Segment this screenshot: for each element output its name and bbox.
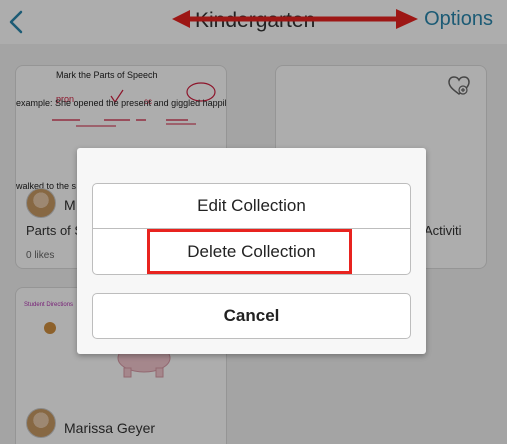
cancel-button[interactable]: Cancel — [92, 293, 411, 339]
annotation-highlight-box — [147, 229, 352, 274]
edit-collection-button[interactable]: Edit Collection — [92, 183, 411, 229]
